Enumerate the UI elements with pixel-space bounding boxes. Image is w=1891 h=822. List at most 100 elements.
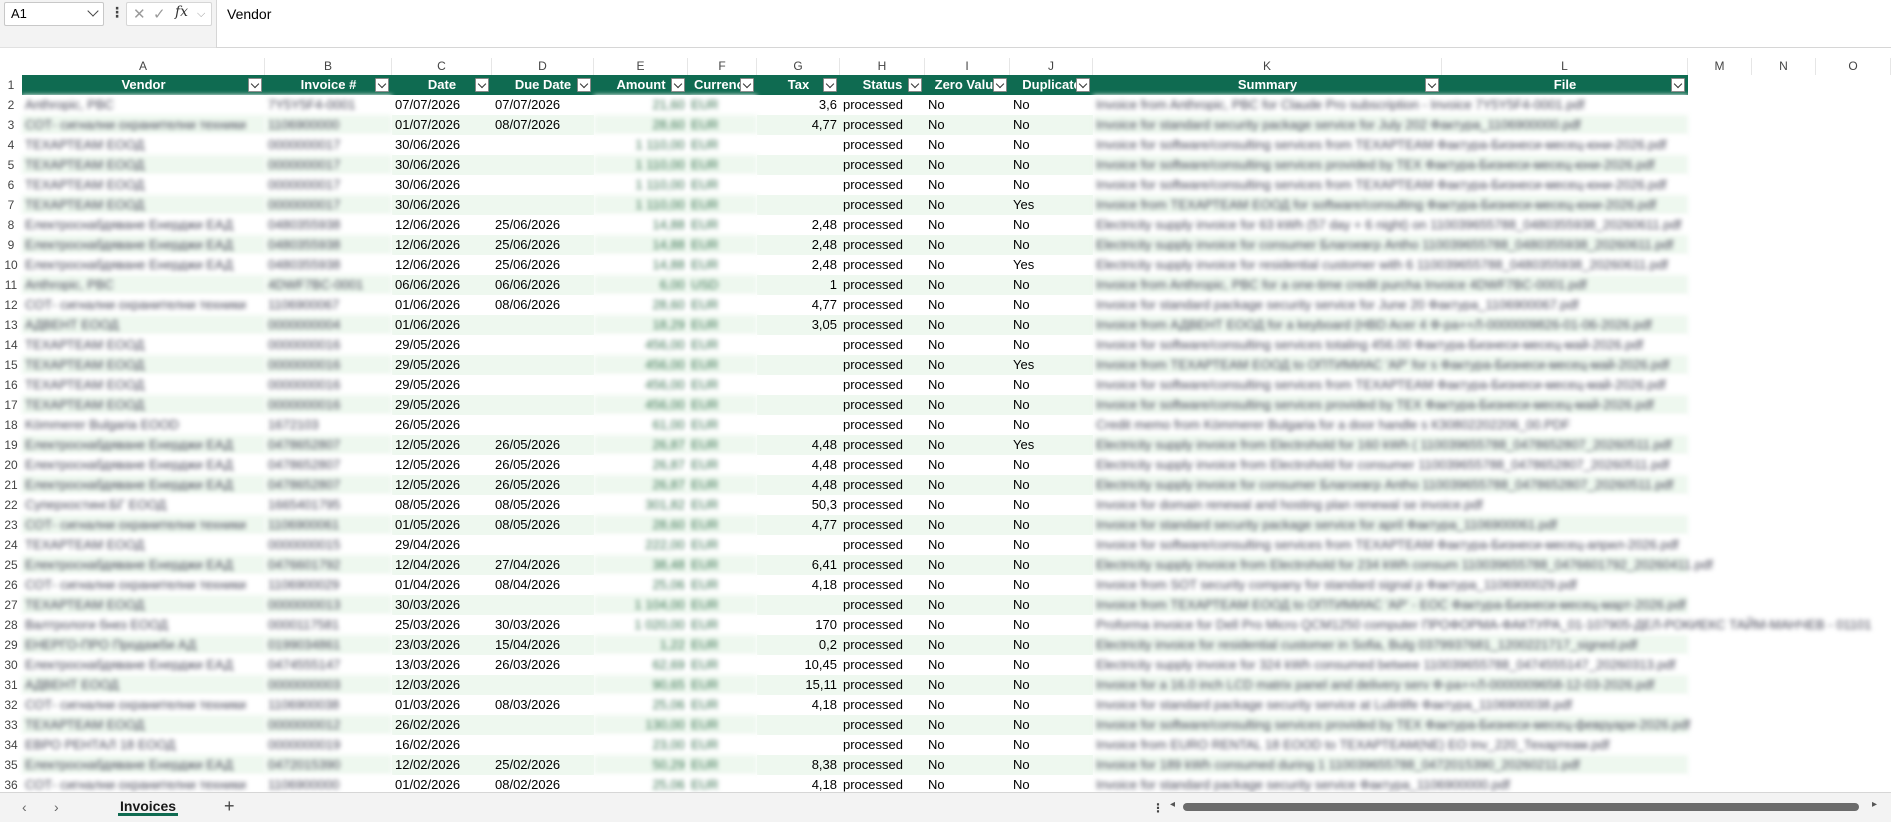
cell-cur[interactable]: EUR: [688, 335, 757, 355]
cell-vendor[interactable]: СОТ- сигнални охранителни техники: [22, 295, 265, 315]
cell-status[interactable]: processed: [840, 415, 925, 435]
cell-cur[interactable]: USD: [688, 275, 757, 295]
cell-dup[interactable]: No: [1010, 175, 1093, 195]
cell-cur[interactable]: EUR: [688, 735, 757, 755]
filter-dropdown-icon[interactable]: [1425, 78, 1439, 92]
filter-dropdown-icon[interactable]: [475, 78, 489, 92]
row-number[interactable]: 7: [0, 195, 22, 215]
cell-inv[interactable]: 1106900000: [265, 115, 392, 135]
cell-status[interactable]: processed: [840, 535, 925, 555]
cell-zero[interactable]: No: [925, 275, 1010, 295]
cell-date[interactable]: 12/05/2026: [392, 455, 492, 475]
cell-zero[interactable]: No: [925, 315, 1010, 335]
header-cell[interactable]: Invoice #: [265, 75, 392, 95]
cell-vendor[interactable]: Anthropic, PBC: [22, 95, 265, 115]
cancel-icon[interactable]: ✕: [133, 5, 146, 23]
cell-cur[interactable]: EUR: [688, 755, 757, 775]
cell-dup[interactable]: No: [1010, 315, 1093, 335]
cell-dup[interactable]: No: [1010, 575, 1093, 595]
cell-zero[interactable]: No: [925, 95, 1010, 115]
cell-due[interactable]: 07/07/2026: [492, 95, 594, 115]
row-number[interactable]: 27: [0, 595, 22, 615]
cell-date[interactable]: 12/05/2026: [392, 435, 492, 455]
filter-dropdown-icon[interactable]: [1671, 78, 1685, 92]
cell-summary[interactable]: Invoice for standard security package se…: [1093, 115, 1688, 135]
cell-status[interactable]: processed: [840, 275, 925, 295]
cell-due[interactable]: 27/04/2026: [492, 555, 594, 575]
row-number[interactable]: 15: [0, 355, 22, 375]
cell-zero[interactable]: No: [925, 515, 1010, 535]
cell-date[interactable]: 30/06/2026: [392, 195, 492, 215]
cell-vendor[interactable]: Електроснабдяване Енерджи ЕАД: [22, 435, 265, 455]
cell-amount[interactable]: 1 110,00: [594, 135, 688, 155]
column-header-m[interactable]: M: [1688, 58, 1752, 75]
cell-tax[interactable]: 3,6: [757, 95, 840, 115]
cell-date[interactable]: 23/03/2026: [392, 635, 492, 655]
cell-summary[interactable]: Invoice for 189 kWh consumed during 1 11…: [1093, 755, 1688, 775]
cell-vendor[interactable]: ТЕХАРТЕАМ ЕООД: [22, 355, 265, 375]
cell-summary[interactable]: Electricity supply invoice for residenti…: [1093, 255, 1688, 275]
cell-zero[interactable]: No: [925, 195, 1010, 215]
column-header-o[interactable]: O: [1816, 58, 1891, 75]
name-box[interactable]: A1: [4, 2, 104, 26]
more-options-icon[interactable]: ⋮: [1152, 801, 1164, 815]
cell-inv[interactable]: 0000000017: [265, 155, 392, 175]
cell-status[interactable]: processed: [840, 575, 925, 595]
cell-cur[interactable]: EUR: [688, 355, 757, 375]
cell-amount[interactable]: 456,00: [594, 375, 688, 395]
cell-due[interactable]: [492, 355, 594, 375]
column-header-c[interactable]: C: [392, 58, 492, 75]
cell-tax[interactable]: [757, 375, 840, 395]
cell-due[interactable]: 26/05/2026: [492, 475, 594, 495]
cell-cur[interactable]: EUR: [688, 615, 757, 635]
cell-vendor[interactable]: ТЕХАРТЕАМ ЕООД: [22, 195, 265, 215]
cell-tax[interactable]: [757, 415, 840, 435]
cell-amount[interactable]: 23,00: [594, 735, 688, 755]
row-number[interactable]: 2: [0, 95, 22, 115]
cell-status[interactable]: processed: [840, 395, 925, 415]
cell-amount[interactable]: 25,06: [594, 575, 688, 595]
cell-inv[interactable]: 0000000015: [265, 535, 392, 555]
cell-cur[interactable]: EUR: [688, 435, 757, 455]
filter-dropdown-icon[interactable]: [823, 78, 837, 92]
cell-date[interactable]: 12/05/2026: [392, 475, 492, 495]
cell-amount[interactable]: 14,88: [594, 235, 688, 255]
filter-dropdown-icon[interactable]: [577, 78, 591, 92]
cell-status[interactable]: processed: [840, 775, 925, 792]
cell-status[interactable]: processed: [840, 175, 925, 195]
cell-cur[interactable]: EUR: [688, 175, 757, 195]
cell-vendor[interactable]: ТЕХАРТЕАМ ЕООД: [22, 175, 265, 195]
column-header-d[interactable]: D: [492, 58, 594, 75]
cell-status[interactable]: processed: [840, 215, 925, 235]
cell-due[interactable]: [492, 335, 594, 355]
cell-due[interactable]: [492, 715, 594, 735]
cell-vendor[interactable]: Електроснабдяване Енерджи ЕАД: [22, 555, 265, 575]
cell-tax[interactable]: 170: [757, 615, 840, 635]
cell-dup[interactable]: Yes: [1010, 195, 1093, 215]
chevron-left-icon[interactable]: ‹: [22, 799, 27, 815]
cell-dup[interactable]: No: [1010, 775, 1093, 792]
cell-summary[interactable]: Invoice for standard security package se…: [1093, 515, 1688, 535]
cell-due[interactable]: [492, 395, 594, 415]
cell-vendor[interactable]: Kömmerer Bulgaria EOOD: [22, 415, 265, 435]
cell-zero[interactable]: No: [925, 155, 1010, 175]
cell-inv[interactable]: 1106900067: [265, 295, 392, 315]
cell-vendor[interactable]: Суперхостинг.БГ ЕООД: [22, 495, 265, 515]
cell-zero[interactable]: No: [925, 235, 1010, 255]
cell-inv[interactable]: 0478652807: [265, 475, 392, 495]
cell-due[interactable]: [492, 535, 594, 555]
row-number[interactable]: 9: [0, 235, 22, 255]
cell-amount[interactable]: 14,88: [594, 255, 688, 275]
cell-zero[interactable]: No: [925, 295, 1010, 315]
cell-dup[interactable]: No: [1010, 395, 1093, 415]
cell-tax[interactable]: 0,2: [757, 635, 840, 655]
header-cell[interactable]: Summary: [1093, 75, 1442, 95]
cell-summary[interactable]: Invoice for software/consulting services…: [1093, 135, 1688, 155]
cell-due[interactable]: 25/02/2026: [492, 755, 594, 775]
cell-due[interactable]: 25/06/2026: [492, 235, 594, 255]
cell-inv[interactable]: 1665401795: [265, 495, 392, 515]
cell-due[interactable]: 08/03/2026: [492, 695, 594, 715]
cell-dup[interactable]: No: [1010, 475, 1093, 495]
cell-vendor[interactable]: ТЕХАРТЕАМ ЕООД: [22, 155, 265, 175]
cell-date[interactable]: 06/06/2026: [392, 275, 492, 295]
